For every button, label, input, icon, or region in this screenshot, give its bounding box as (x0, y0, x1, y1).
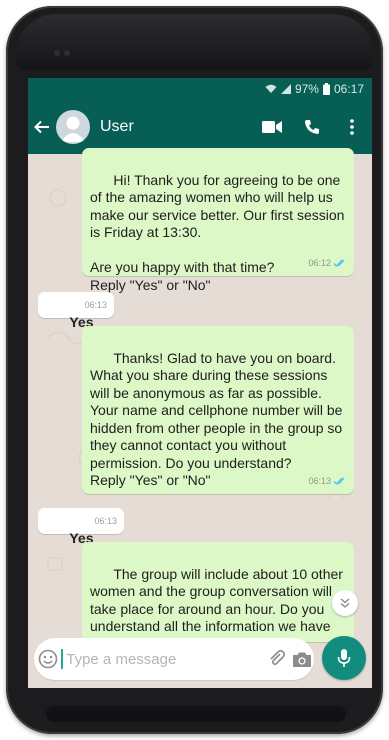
battery-icon (322, 83, 330, 95)
voice-call-button[interactable] (292, 100, 332, 154)
scroll-down-icon (340, 598, 350, 608)
more-options-icon (350, 119, 354, 135)
message-incoming[interactable]: Yes 06:13 (38, 292, 114, 330)
message-time: 06:13 (84, 299, 107, 310)
message-composer (34, 638, 314, 680)
voice-record-button[interactable] (322, 636, 366, 680)
message-incoming[interactable]: Yes 06:13 (38, 508, 124, 546)
camera-button[interactable] (290, 638, 314, 680)
video-call-button[interactable] (252, 100, 292, 154)
attach-icon (270, 650, 286, 666)
message-list: Hi! Thank you for agreeing to be one of … (28, 148, 372, 652)
phone-sensors (54, 50, 70, 56)
read-ticks-icon (333, 477, 345, 486)
chat-screen: 97% 06:17 User Hi! Thank you for agreein… (28, 78, 372, 688)
avatar[interactable] (56, 110, 90, 144)
message-outgoing[interactable]: The group will include about 10 other wo… (82, 542, 354, 652)
emoji-button[interactable] (34, 638, 61, 680)
message-time: 06:13 (94, 515, 117, 526)
message-time: 06:12 (308, 257, 331, 268)
status-bar: 97% 06:17 (28, 78, 372, 100)
message-meta: 06:12 (308, 255, 347, 273)
signal-icon (280, 84, 291, 94)
attach-button[interactable] (265, 638, 289, 680)
chat-header: User (28, 100, 372, 154)
read-ticks-icon (333, 259, 345, 268)
wifi-icon (265, 84, 277, 93)
message-outgoing[interactable]: Hi! Thank you for agreeing to be one of … (82, 148, 354, 293)
message-time: 06:13 (308, 475, 331, 486)
video-call-icon (262, 121, 282, 133)
message-input[interactable] (61, 649, 266, 669)
message-text: Hi! Thank you for agreeing to be one of … (90, 171, 345, 293)
message-meta: 06:13 (94, 513, 117, 531)
emoji-icon (38, 649, 57, 669)
phone-bottom-bezel (46, 706, 346, 722)
battery-percent: 97% (294, 82, 319, 96)
status-time: 06:17 (333, 82, 364, 96)
message-text: Thanks! Glad to have you on board. What … (90, 349, 343, 489)
message-outgoing[interactable]: Thanks! Glad to have you on board. What … (82, 326, 354, 494)
mic-icon (337, 649, 351, 667)
camera-icon (292, 652, 311, 667)
message-meta: 06:13 (308, 473, 347, 491)
message-meta: 06:13 (84, 297, 107, 315)
back-arrow-icon (34, 120, 49, 134)
phone-top-bezel (16, 14, 373, 70)
voice-call-icon (305, 120, 319, 134)
contact-name[interactable]: User (100, 118, 252, 136)
scroll-down-button[interactable] (332, 590, 358, 616)
default-avatar-icon (61, 116, 85, 142)
back-button[interactable] (28, 100, 56, 154)
more-options-button[interactable] (332, 100, 372, 154)
